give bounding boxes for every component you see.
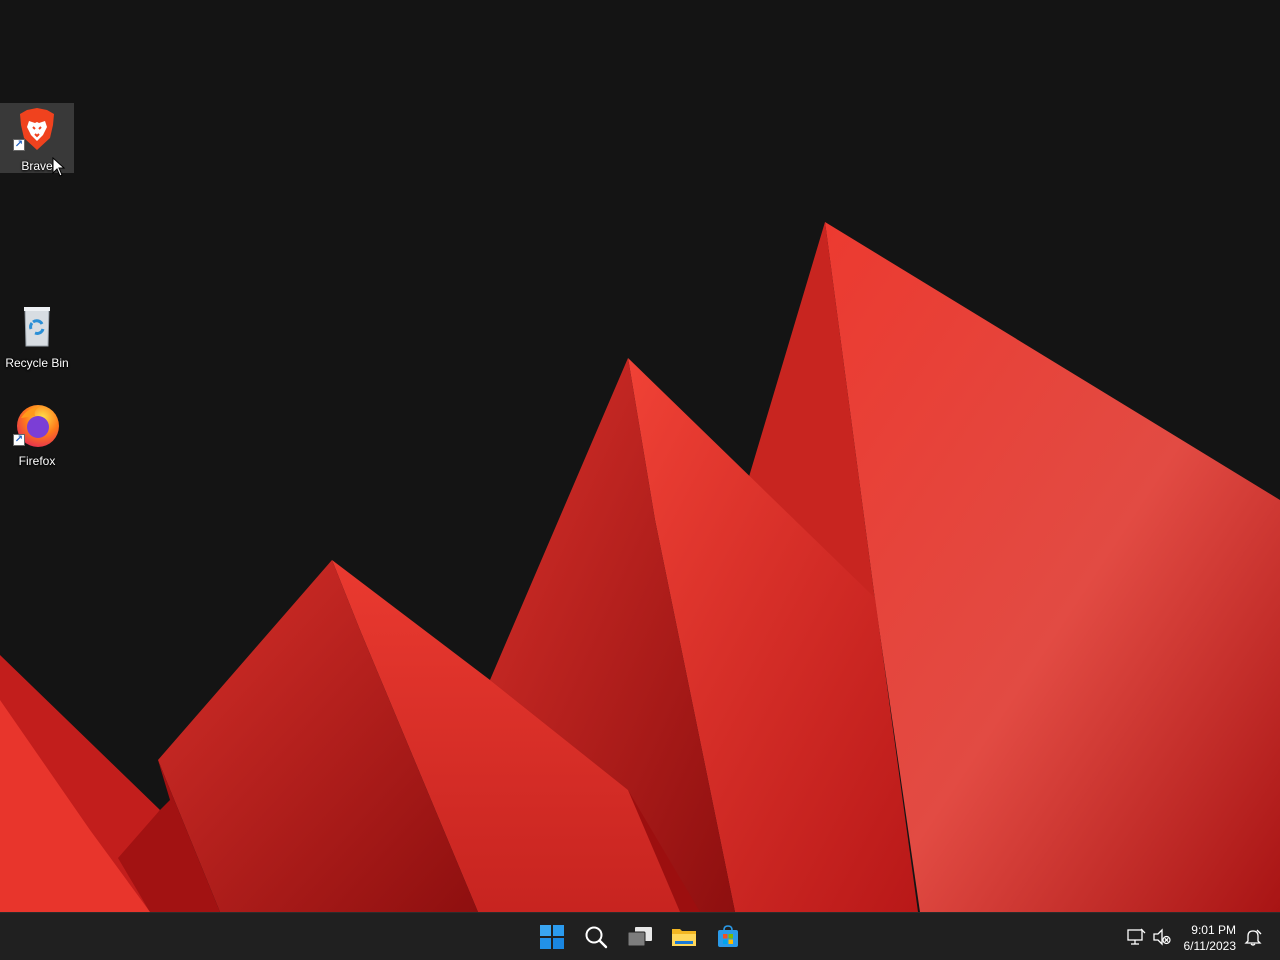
clock-time: 9:01 PM [1191,923,1236,937]
microsoft-store-button[interactable] [708,917,748,957]
taskbar: 9:01 PM 6/11/2023 [0,912,1280,960]
file-explorer-button[interactable] [664,917,704,957]
task-view-icon [627,927,652,947]
system-clock[interactable]: 9:01 PM 6/11/2023 [1184,922,1237,954]
start-button[interactable] [532,917,572,957]
search-button[interactable] [576,917,616,957]
search-icon [585,926,608,949]
mouse-cursor-icon [52,157,66,177]
recycle-bin-icon [13,302,61,350]
shortcut-arrow-icon: ↗ [13,434,25,446]
desktop-icon-label: Firefox [18,454,56,468]
shortcut-arrow-icon: ↗ [13,139,25,151]
task-view-button[interactable] [620,917,660,957]
windows-logo-icon [540,925,564,949]
desktop-icon-label: Brave [21,159,53,173]
network-icon[interactable] [1126,927,1146,947]
store-icon [718,925,738,947]
folder-icon [672,929,696,946]
firefox-icon: ↗ [13,400,61,448]
desktop-icon-firefox[interactable]: ↗ Firefox [0,398,74,468]
clock-date: 6/11/2023 [1183,939,1237,953]
desktop-icon-label: Recycle Bin [5,356,69,370]
desktop-wallpaper [0,0,1280,912]
volume-muted-icon[interactable] [1152,927,1172,947]
brave-lion-icon: ↗ [13,105,61,153]
desktop-icon-recycle-bin[interactable]: Recycle Bin [0,300,74,370]
notification-icon[interactable] [1243,927,1263,947]
